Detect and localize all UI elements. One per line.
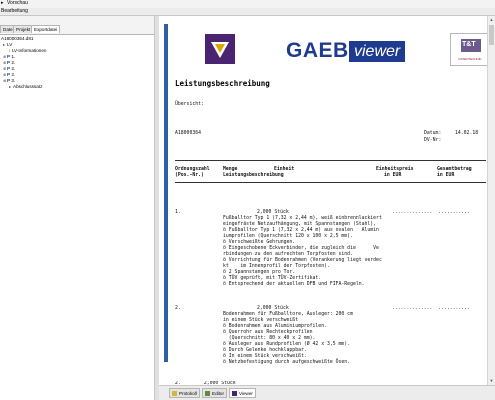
bottom-tab-bar: Protokoll Editor Viewer (159, 385, 495, 400)
tree-node-lv[interactable]: ▸ LV (3, 42, 12, 47)
uebersicht-label: Übersicht: (175, 102, 204, 107)
tree-node-lv-info[interactable]: ! LV-Informationen (9, 48, 46, 53)
toolbar-bearbeitung[interactable]: Bearbeitung (1, 9, 28, 14)
col-pos-nr: (Pos.-Nr.) (175, 173, 204, 178)
gaeb-logo-text: GAEB (286, 39, 349, 62)
tree-root[interactable]: A18000364.d81 (1, 36, 33, 41)
col-in-eur-2: in EUR (437, 173, 455, 178)
viewer-logo-text: viewer (349, 41, 406, 62)
document-scrollbar[interactable]: ▲ ▼ (487, 16, 495, 385)
price-placeholder: .............. ........... (392, 306, 470, 311)
position-text-line: ö Netzbefestigung durch aufgeschweißte Ö… (223, 360, 351, 365)
header-rule-top (175, 160, 486, 161)
position-number: 2. (175, 306, 181, 311)
tree-node-pos[interactable]: ⊕P 2. (3, 72, 15, 77)
tt-logo-text: T&T (462, 41, 476, 48)
position-text-line: ö Entsprechend der aktuellen DFB und FIF… (223, 282, 365, 287)
tree-node-pos[interactable]: ⊕P 2. (3, 60, 15, 65)
scroll-up-icon[interactable]: ▲ (488, 16, 495, 23)
title-bar: ▸ Vorschau (0, 0, 495, 8)
col-in-eur: in EUR (384, 173, 402, 178)
tt-logo: T&T DATENTECHNIK (450, 33, 488, 66)
tab-protokoll[interactable]: Protokoll (169, 388, 200, 398)
col-leistungsbeschreibung: Leistungsbeschreibung (223, 173, 284, 178)
tree-node-pos[interactable]: ⊕P 3. (3, 78, 15, 83)
toolbar: Bearbeitung (0, 8, 495, 16)
header-rule-bottom (175, 182, 486, 183)
tt-logo-subtitle: DATENTECHNIK (458, 57, 482, 61)
dvnr-label: DV-Nr: (424, 138, 442, 143)
viewer-icon (232, 391, 237, 396)
datum-value: 14.02.18 (455, 131, 479, 136)
left-panel: Datei Projekt Exportdatei A18000364.d81 … (0, 16, 154, 400)
tab-editor[interactable]: Editor (202, 388, 228, 398)
app-icon: ▸ (1, 0, 4, 6)
lv-tree: A18000364.d81 ▸ LV ! LV-Informationen ⊕P … (0, 34, 154, 400)
document-viewer (159, 16, 495, 385)
price-placeholder: .............. ........... (392, 210, 470, 215)
company-logo (205, 34, 235, 64)
tab-exportdatei[interactable]: Exportdatei (31, 25, 61, 33)
tab-viewer[interactable]: Viewer (229, 388, 256, 398)
document-title: Leistungsbeschreibung (175, 79, 270, 88)
editor-icon (205, 391, 210, 396)
tree-node-pos[interactable]: ⊕P 2. (3, 66, 15, 71)
scroll-down-icon[interactable]: ▼ (488, 377, 495, 384)
protocol-icon (172, 391, 177, 396)
tree-node-pos[interactable]: ⊕P 1. (3, 54, 15, 59)
left-tab-bar: Datei Projekt Exportdatei (0, 24, 154, 34)
scroll-thumb[interactable] (489, 25, 494, 45)
document-side-bar (164, 24, 168, 362)
menu-vorschau[interactable]: Vorschau (7, 1, 28, 6)
tree-node-abschlusssatz[interactable]: ▸ Abschlusssatz (9, 84, 42, 89)
datum-label: Datum: (424, 131, 442, 136)
document-number: A18000364 (175, 131, 201, 136)
position-number: 1. (175, 210, 181, 215)
